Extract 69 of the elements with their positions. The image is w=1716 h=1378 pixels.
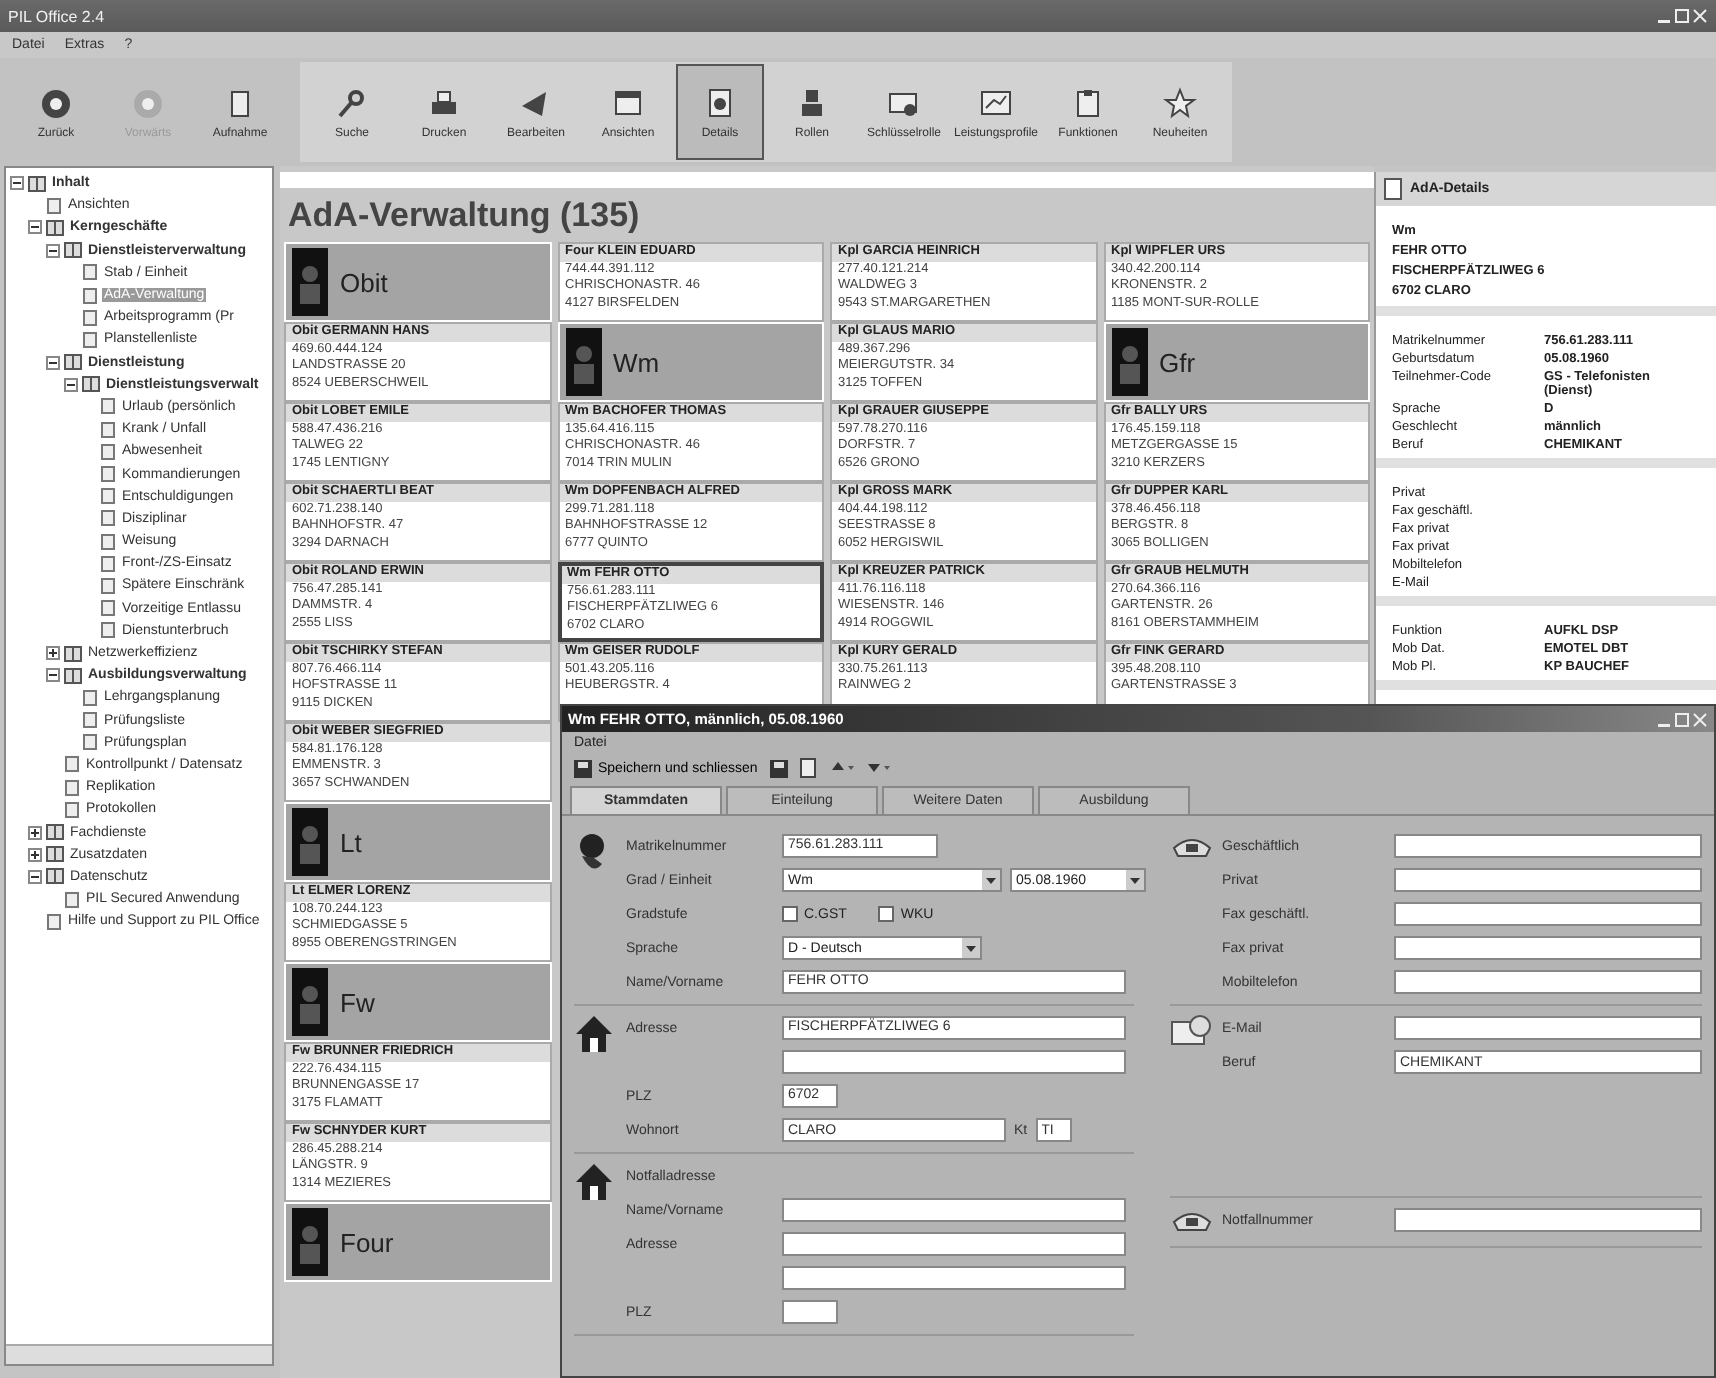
person-icon [292,248,328,316]
collapse-icon[interactable] [28,869,42,884]
collapse-icon[interactable] [46,668,60,683]
document-icon [1384,178,1402,200]
collapse-icon[interactable] [46,243,60,258]
document-icon[interactable] [799,758,818,778]
up-arrow-icon[interactable] [829,760,854,776]
window-title: PIL Office 2.4 [8,7,105,25]
book-icon [64,645,82,662]
expand-icon[interactable] [28,847,42,862]
input-field[interactable] [1394,834,1702,858]
book-icon [46,868,64,885]
input-field[interactable] [1394,902,1702,926]
mail-icon [1170,1014,1214,1046]
input-field[interactable] [1394,868,1702,892]
input-field[interactable] [782,1266,1126,1290]
input-field[interactable] [1394,1208,1702,1232]
person-icon [1111,328,1147,396]
down-arrow-icon[interactable] [865,760,890,776]
rank-label: Gfr [1159,347,1196,377]
book-icon [64,354,82,371]
list-title: AdA-Verwaltung (135) [286,194,642,238]
book-icon [82,376,100,393]
book-icon [28,175,46,192]
collapse-icon[interactable] [10,176,24,191]
search-icon [334,85,370,121]
expand-icon[interactable] [28,825,42,840]
input-field[interactable] [1394,936,1702,960]
house-icon [574,1014,614,1054]
input-field[interactable] [782,1198,1126,1222]
save-icon[interactable] [769,759,788,777]
star-icon [1162,85,1198,121]
rank-label: Fw [340,987,375,1017]
page-icon [46,197,62,214]
collapse-icon[interactable] [28,220,42,235]
expand-icon[interactable] [46,646,60,661]
input-field[interactable] [782,1300,838,1324]
person-icon [292,1208,328,1276]
save-icon [574,759,592,777]
person-icon [565,328,601,396]
input-field[interactable] [782,1050,1126,1074]
house-icon [574,1162,614,1202]
scrollbar[interactable] [6,1344,272,1364]
window-icon [610,85,646,121]
close-icon[interactable] [1692,8,1708,24]
rank-label: Wm [613,347,660,377]
close-icon[interactable] [1692,711,1708,727]
forward-icon [130,85,166,121]
rank-label: Four [340,1227,394,1257]
book-icon [46,824,64,841]
person-icon [292,968,328,1036]
maximize-icon[interactable] [1674,711,1690,727]
book-icon [64,667,82,684]
book-icon [46,846,64,863]
input-field[interactable] [1394,1016,1702,1040]
input-field[interactable] [782,1232,1126,1256]
book-icon [64,242,82,259]
checkbox[interactable] [878,906,895,922]
person-icon [292,808,328,876]
back-icon [38,85,74,121]
book-icon [46,219,64,236]
input-field[interactable] [1394,970,1702,994]
maximize-icon[interactable] [1674,8,1690,24]
checkbox[interactable] [782,906,798,922]
collapse-icon[interactable] [46,355,60,370]
rank-label: Obit [340,267,388,297]
chart-card-icon [978,85,1014,121]
collapse-icon[interactable] [64,377,78,392]
rank-label: Lt [340,827,362,857]
